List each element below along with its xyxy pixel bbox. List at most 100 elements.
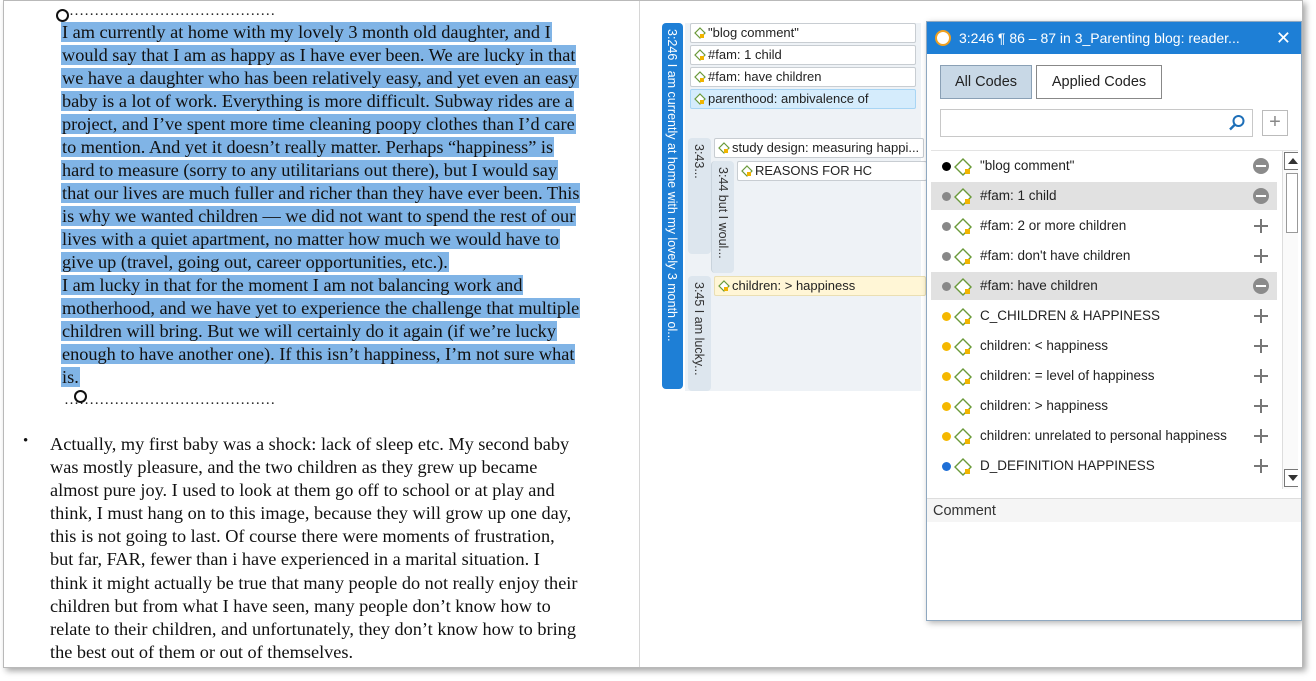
paragraph-text[interactable]: Actually, my first baby was a shock: lac… bbox=[50, 433, 635, 664]
quotation-bracket-label: 3:43... bbox=[692, 144, 706, 179]
add-code-icon[interactable] bbox=[1253, 398, 1269, 414]
comment-header: Comment bbox=[927, 498, 1301, 522]
quotation-line[interactable]: hard to measure (sorry to any utilitaria… bbox=[61, 159, 636, 182]
code-chip-fam-1-child[interactable]: #fam: 1 child bbox=[690, 45, 916, 65]
quotation-line-text: we have a daughter who has been relative… bbox=[61, 68, 579, 88]
quotation-line[interactable]: motherhood, and we have yet to experienc… bbox=[61, 297, 636, 320]
code-chip-parenthood-ambivalence[interactable]: parenthood: ambivalence of bbox=[690, 89, 916, 109]
quotation-bracket-3-43[interactable]: 3:43... bbox=[688, 138, 711, 254]
code-chip-label: #fam: 1 child bbox=[708, 47, 782, 62]
code-chip-blog-comment[interactable]: "blog comment" bbox=[690, 23, 916, 43]
code-chip-study-design[interactable]: study design: measuring happi... bbox=[714, 138, 924, 158]
bullet-marker: • bbox=[23, 433, 29, 449]
code-list-item[interactable]: #fam: don't have children bbox=[931, 242, 1277, 270]
quotation-line[interactable]: to mention. And yet it doesn’t really ma… bbox=[61, 136, 636, 159]
code-icon bbox=[954, 428, 972, 446]
quotation-line[interactable]: that our lives are much fuller and riche… bbox=[61, 182, 636, 205]
code-chip-fam-have-children[interactable]: #fam: have children bbox=[690, 67, 916, 87]
quotation-line[interactable]: give up (travel, going out, career oppor… bbox=[61, 251, 636, 274]
paragraph-line: almost pure joy. I used to look at them … bbox=[50, 480, 555, 501]
code-list-item[interactable]: children: > happiness bbox=[931, 392, 1277, 420]
add-code-button[interactable]: + bbox=[1262, 110, 1288, 136]
code-list-item[interactable]: #fam: have children bbox=[931, 272, 1277, 300]
code-label: D_DEFINITION HAPPINESS bbox=[980, 458, 1155, 473]
add-code-icon[interactable] bbox=[1253, 308, 1269, 324]
selected-quotation[interactable]: I am currently at home with my lovely 3 … bbox=[61, 21, 636, 389]
quotation-bracket-3-44[interactable]: 3:44 but I woul... bbox=[711, 161, 734, 273]
quotation-line-text: lives with a quiet apartment, no matter … bbox=[61, 229, 561, 249]
quotation-line[interactable]: lives with a quiet apartment, no matter … bbox=[61, 228, 636, 251]
paragraph-line: children but from what I have seen, many… bbox=[50, 595, 551, 616]
quotation-line-text: baby is a lot of work. Everything is mor… bbox=[61, 91, 574, 111]
tab-applied-codes[interactable]: Applied Codes bbox=[1036, 65, 1162, 99]
code-list-item[interactable]: "blog comment" bbox=[931, 152, 1277, 180]
add-code-icon[interactable] bbox=[1253, 428, 1269, 444]
quotation-bracket-label: 3:44 but I woul... bbox=[716, 167, 730, 259]
popup-title-bar[interactable]: 3:246 ¶ 86 – 87 in 3_Parenting blog: rea… bbox=[927, 22, 1301, 54]
document-pane[interactable]: …………………………………… I am currently at home wi… bbox=[4, 1, 639, 667]
quotation-line-text: enough to have another one). If this isn… bbox=[61, 344, 576, 364]
quotation-line[interactable]: enough to have another one). If this isn… bbox=[61, 343, 636, 366]
quotation-line[interactable]: is why we wanted children — we did not w… bbox=[61, 205, 636, 228]
quotation-line[interactable]: would say that I am as happy as I have e… bbox=[61, 44, 636, 67]
code-chip-children-more-happiness[interactable]: children: > happiness bbox=[714, 276, 926, 296]
code-list-scrollbar[interactable] bbox=[1282, 151, 1298, 489]
quotation-line[interactable]: we have a daughter who has been relative… bbox=[61, 67, 636, 90]
quotation-line-text: I am currently at home with my lovely 3 … bbox=[61, 22, 552, 42]
code-list-item[interactable]: C_CHILDREN & HAPPINESS bbox=[931, 302, 1277, 330]
code-icon bbox=[954, 188, 972, 206]
code-color-dot bbox=[942, 192, 951, 201]
code-list-item[interactable]: children: unrelated to personal happines… bbox=[931, 422, 1277, 450]
add-code-icon[interactable] bbox=[1253, 338, 1269, 354]
quotation-line[interactable]: I am currently at home with my lovely 3 … bbox=[61, 21, 636, 44]
code-icon bbox=[954, 308, 972, 326]
quotation-line[interactable]: children will bring. But we will certain… bbox=[61, 320, 636, 343]
code-icon bbox=[954, 158, 972, 176]
separator-dots-top: …………………………………… bbox=[64, 3, 276, 19]
code-search-input[interactable] bbox=[940, 109, 1253, 137]
selection-end-handle[interactable] bbox=[74, 390, 87, 403]
code-list[interactable]: "blog comment" #fam: 1 child #fam: 2 or mo… bbox=[931, 150, 1298, 490]
code-list-item[interactable]: D_DEFINITION HAPPINESS bbox=[931, 452, 1277, 480]
remove-code-icon[interactable] bbox=[1253, 158, 1269, 174]
quotation-line-text: is why we wanted children — we did not w… bbox=[61, 206, 577, 226]
close-icon[interactable]: ✕ bbox=[1276, 22, 1291, 54]
code-color-dot bbox=[942, 432, 951, 441]
scroll-down-icon[interactable] bbox=[1284, 469, 1298, 487]
add-code-icon[interactable] bbox=[1253, 218, 1269, 234]
code-label: #fam: don't have children bbox=[980, 248, 1131, 263]
add-code-icon[interactable] bbox=[1253, 248, 1269, 264]
tab-all-codes[interactable]: All Codes bbox=[940, 65, 1032, 99]
quotation-line-text: give up (travel, going out, career oppor… bbox=[61, 252, 449, 272]
quotation-bracket-3-45[interactable]: 3:45 I am lucky... bbox=[688, 276, 711, 391]
remove-code-icon[interactable] bbox=[1253, 278, 1269, 294]
code-icon bbox=[954, 278, 972, 296]
code-chip-label: #fam: have children bbox=[708, 69, 822, 84]
remove-code-icon[interactable] bbox=[1253, 188, 1269, 204]
code-chip-label: children: > happiness bbox=[732, 278, 856, 293]
code-list-item[interactable]: #fam: 1 child bbox=[931, 182, 1277, 210]
quotation-line[interactable]: is. bbox=[61, 366, 636, 389]
code-list-item[interactable]: #fam: 2 or more children bbox=[931, 212, 1277, 240]
code-label: children: unrelated to personal happines… bbox=[980, 428, 1227, 443]
quotation-line-text: that our lives are much fuller and riche… bbox=[61, 183, 581, 203]
quotation-bracket-3-246[interactable]: 3:246 I am currently at home with my lov… bbox=[662, 23, 683, 389]
search-icon[interactable] bbox=[1228, 114, 1246, 132]
paragraph-line: Actually, my first baby was a shock: lac… bbox=[50, 434, 570, 454]
quotation-line[interactable]: I am lucky in that for the moment I am n… bbox=[61, 274, 636, 297]
quotation-line[interactable]: project, and I’ve spent more time cleani… bbox=[61, 113, 636, 136]
code-list-item[interactable]: children: = level of happiness bbox=[931, 362, 1277, 390]
scroll-thumb[interactable] bbox=[1286, 173, 1298, 233]
code-chip-reasons-for-hc[interactable]: REASONS FOR HC bbox=[737, 161, 927, 181]
comment-field[interactable] bbox=[927, 522, 1301, 620]
add-code-icon[interactable] bbox=[1253, 368, 1269, 384]
add-code-icon[interactable] bbox=[1253, 458, 1269, 474]
scroll-up-icon[interactable] bbox=[1284, 152, 1298, 170]
code-icon bbox=[694, 49, 706, 61]
paragraph-line: the best out of them or out of themselve… bbox=[50, 641, 354, 662]
code-color-dot bbox=[942, 462, 951, 471]
quotation-line[interactable]: baby is a lot of work. Everything is mor… bbox=[61, 90, 636, 113]
code-icon bbox=[954, 248, 972, 266]
code-list-item[interactable]: children: < happiness bbox=[931, 332, 1277, 360]
quotation-bracket-label: 3:45 I am lucky... bbox=[692, 282, 706, 376]
